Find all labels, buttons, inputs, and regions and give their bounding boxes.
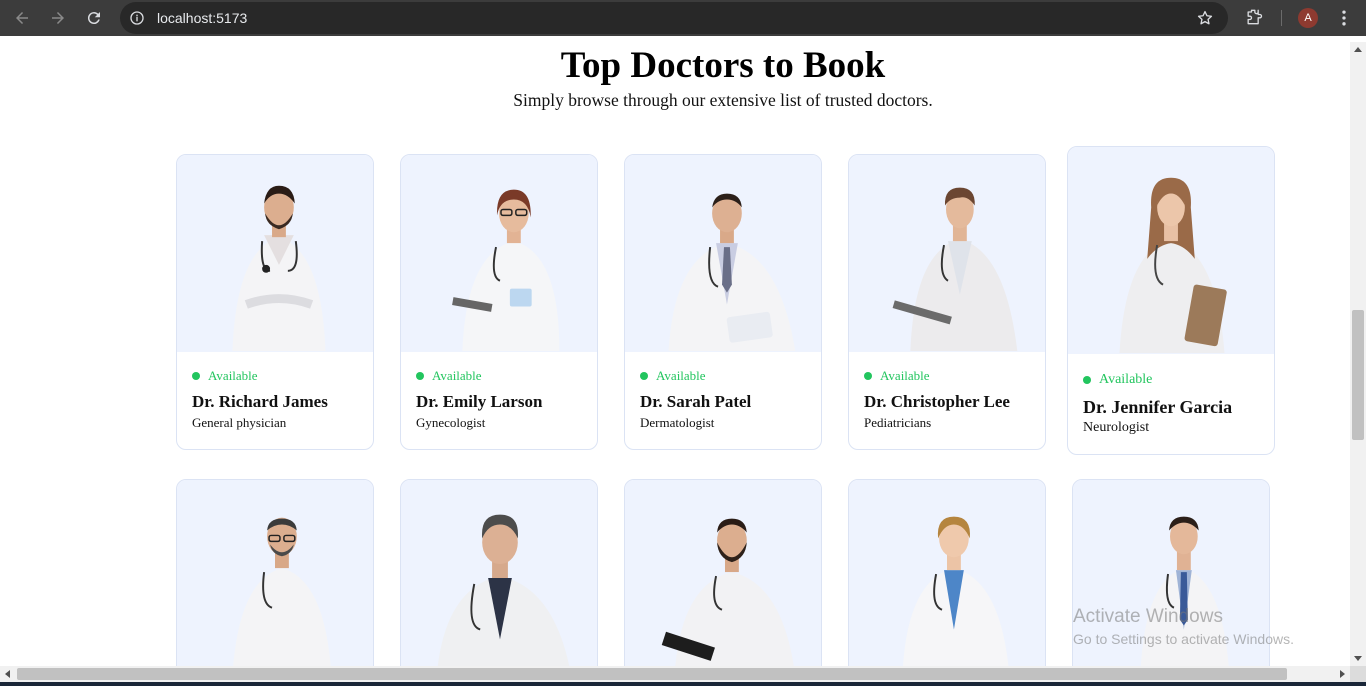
doctor-avatar-icon [661, 518, 794, 666]
activate-windows-title: Activate Windows [1073, 606, 1223, 627]
forward-button[interactable] [43, 3, 73, 33]
extensions-puzzle-icon[interactable] [1244, 7, 1264, 27]
toolbar-separator [1281, 10, 1282, 26]
doctor-name: Dr. Emily Larson [416, 392, 543, 411]
doctor-avatar-icon [232, 185, 326, 352]
availability-status: Available [864, 369, 1030, 383]
doctor-speciality: Gynecologist [416, 415, 486, 430]
site-info-icon[interactable] [129, 10, 145, 26]
status-label: Available [432, 368, 482, 383]
doctor-avatar-icon [1119, 177, 1227, 354]
doctor-info: Available Dr. Emily Larson Gynecologist [401, 352, 597, 449]
doctor-card[interactable]: Available Dr. Sarah Patel Dermatologist [624, 154, 822, 450]
availability-status: Available [192, 369, 358, 383]
doctor-photo [401, 480, 597, 666]
forward-arrow-icon [52, 12, 64, 24]
doctor-photo [177, 155, 373, 352]
doctor-name: Dr. Richard James [192, 392, 328, 411]
browser-toolbar: localhost:5173 A [0, 0, 1366, 36]
doctor-card[interactable] [848, 479, 1046, 666]
status-label: Available [656, 368, 706, 383]
doctor-speciality: Pediatricians [864, 415, 932, 430]
doctor-avatar-icon [903, 516, 1009, 666]
taskbar-edge [0, 682, 1366, 686]
availability-status: Available [1083, 373, 1259, 387]
doctor-card[interactable]: Available Dr. Richard James General phys… [176, 154, 374, 450]
available-dot-icon [640, 372, 648, 380]
doctor-photo [1068, 147, 1274, 354]
status-label: Available [1099, 372, 1153, 387]
status-label: Available [208, 368, 258, 383]
doctor-card[interactable]: Available Dr. Christopher Lee Pediatrici… [848, 154, 1046, 450]
doctor-speciality: General physician [192, 415, 287, 430]
vertical-scrollbar[interactable] [1350, 42, 1366, 666]
doctor-name: Dr. Sarah Patel [640, 392, 752, 411]
doctor-photo [625, 155, 821, 352]
available-dot-icon [416, 372, 424, 380]
bookmark-star-icon[interactable] [1196, 9, 1214, 27]
doctor-photo [849, 155, 1045, 352]
address-bar[interactable]: localhost:5173 [120, 2, 1228, 34]
scroll-left-arrow-icon[interactable] [5, 670, 10, 678]
scroll-down-arrow-icon[interactable] [1354, 656, 1362, 661]
doctor-avatar-icon [892, 187, 1018, 352]
page-title: Top Doctors to Book [560, 45, 886, 86]
scroll-up-arrow-icon[interactable] [1354, 47, 1362, 52]
doctor-info: Available Dr. Richard James General phys… [177, 352, 373, 449]
doctor-avatar-icon [668, 193, 796, 352]
reload-icon [87, 12, 100, 25]
page-subtitle: Simply browse through our extensive list… [513, 90, 933, 110]
doctor-card[interactable] [176, 479, 374, 666]
back-button[interactable] [7, 3, 37, 33]
available-dot-icon [864, 372, 872, 380]
page-viewport: Top Doctors to Book Simply browse throug… [0, 42, 1350, 666]
doctor-photo [401, 155, 597, 352]
doctor-photo [849, 480, 1045, 666]
doctor-info: Available Dr. Christopher Lee Pediatrici… [849, 352, 1045, 449]
activate-windows-hint: Go to Settings to activate Windows. [1073, 631, 1294, 647]
status-label: Available [880, 368, 930, 383]
doctor-card[interactable]: Available Dr. Emily Larson Gynecologist [400, 154, 598, 450]
kebab-menu-icon[interactable] [1334, 8, 1354, 28]
url-text[interactable]: localhost:5173 [157, 10, 247, 26]
availability-status: Available [416, 369, 582, 383]
doctor-card[interactable] [624, 479, 822, 666]
doctor-avatar-icon [437, 514, 570, 666]
doctor-photo [625, 480, 821, 666]
doctor-name: Dr. Christopher Lee [864, 392, 1010, 411]
doctor-avatar-icon [452, 189, 560, 352]
doctor-speciality: Neurologist [1083, 420, 1150, 435]
vertical-scroll-thumb[interactable] [1352, 310, 1364, 440]
doctor-speciality: Dermatologist [640, 415, 715, 430]
doctor-info: Available Dr. Jennifer Garcia Neurologis… [1068, 354, 1274, 454]
horizontal-scrollbar[interactable] [0, 666, 1350, 682]
reload-button[interactable] [79, 3, 109, 33]
scrollbar-corner [1350, 666, 1366, 682]
scroll-right-arrow-icon[interactable] [1340, 670, 1345, 678]
doctor-avatar-icon [233, 517, 331, 666]
back-arrow-icon [16, 12, 28, 24]
doctor-card[interactable] [400, 479, 598, 666]
horizontal-scroll-thumb[interactable] [17, 668, 1287, 680]
available-dot-icon [1083, 376, 1091, 384]
availability-status: Available [640, 369, 806, 383]
doctor-card[interactable]: Available Dr. Jennifer Garcia Neurologis… [1067, 146, 1275, 455]
doctor-info: Available Dr. Sarah Patel Dermatologist [625, 352, 821, 449]
doctor-name: Dr. Jennifer Garcia [1083, 397, 1233, 417]
available-dot-icon [192, 372, 200, 380]
profile-avatar[interactable]: A [1298, 8, 1318, 28]
doctor-photo [177, 480, 373, 666]
